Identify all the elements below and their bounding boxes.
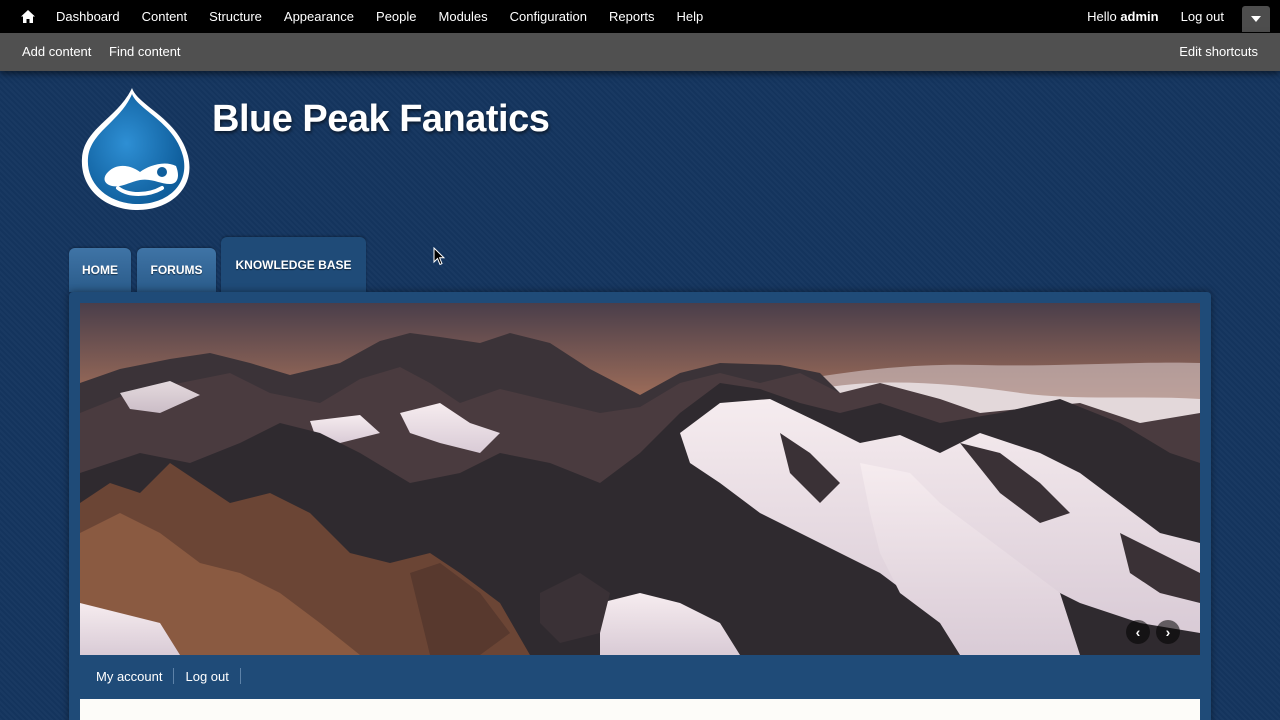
toolbar-item-reports[interactable]: Reports [598, 0, 666, 33]
divider [173, 668, 175, 684]
drupal-drop-logo [81, 88, 190, 210]
tab-home[interactable]: HOME [69, 248, 131, 292]
slider-prev-button[interactable]: ‹ [1126, 620, 1150, 644]
slideshow-image [80, 303, 1200, 655]
toolbar-item-dashboard[interactable]: Dashboard [56, 0, 131, 33]
secondary-logout-link[interactable]: Log out [185, 669, 228, 684]
slider-next-button[interactable]: › [1156, 620, 1180, 644]
user-greeting: Hello admin [1087, 9, 1159, 24]
toolbar-item-appearance[interactable]: Appearance [273, 0, 365, 33]
main-content-panel [80, 699, 1200, 720]
edit-shortcuts-link[interactable]: Edit shortcuts [1179, 44, 1258, 59]
toolbar-item-configuration[interactable]: Configuration [499, 0, 598, 33]
toolbar-home-link[interactable] [0, 0, 56, 33]
site-logo[interactable] [78, 84, 194, 214]
mountain-panorama [80, 303, 1200, 655]
divider [239, 668, 241, 684]
greeting-prefix: Hello [1087, 9, 1117, 24]
shortcut-find-content[interactable]: Find content [109, 44, 181, 59]
toolbar-menu: Dashboard Content Structure Appearance P… [56, 0, 714, 33]
tab-knowledge-base[interactable]: KNOWLEDGE BASE [221, 237, 366, 293]
my-account-link[interactable]: My account [96, 669, 162, 684]
toolbar-item-content[interactable]: Content [131, 0, 199, 33]
toolbar-logout-link[interactable]: Log out [1181, 9, 1224, 24]
chevron-down-icon [1251, 16, 1261, 22]
shortcuts-bar: Add content Find content Edit shortcuts [0, 33, 1280, 71]
username[interactable]: admin [1120, 9, 1158, 24]
shortcuts-drawer-toggle[interactable] [1242, 6, 1270, 32]
toolbar-item-modules[interactable]: Modules [428, 0, 499, 33]
tab-forums[interactable]: FORUMS [137, 248, 216, 292]
toolbar-item-structure[interactable]: Structure [198, 0, 273, 33]
admin-toolbar: Dashboard Content Structure Appearance P… [0, 0, 1280, 33]
toolbar-user: Hello admin Log out [1087, 0, 1224, 33]
home-icon [21, 10, 35, 23]
site-name[interactable]: Blue Peak Fanatics [212, 98, 550, 141]
toolbar-item-people[interactable]: People [365, 0, 427, 33]
toolbar-item-help[interactable]: Help [666, 0, 715, 33]
shortcut-add-content[interactable]: Add content [22, 44, 91, 59]
secondary-menu: My account Log out [96, 668, 252, 684]
mouse-pointer-icon [433, 247, 445, 266]
